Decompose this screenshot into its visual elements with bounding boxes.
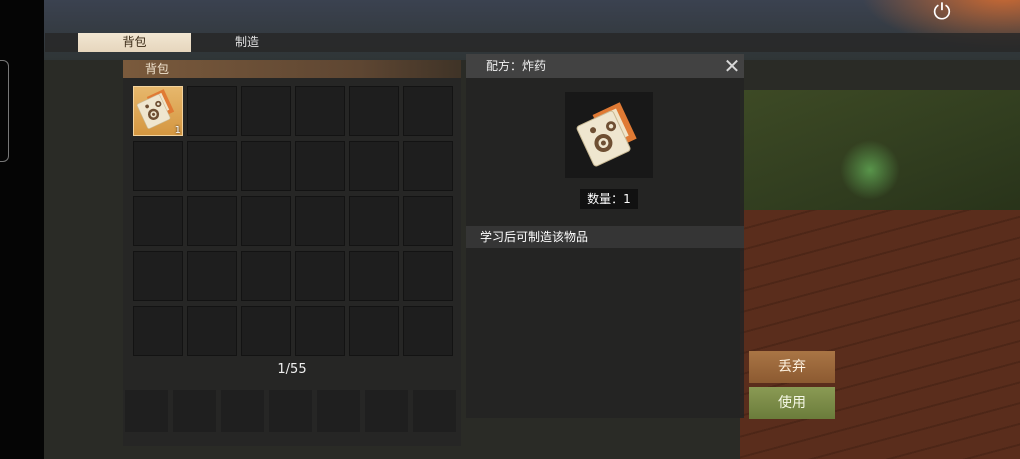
inventory-slot[interactable]: [349, 196, 399, 246]
inventory-slot[interactable]: [241, 251, 291, 301]
inventory-slot[interactable]: [187, 196, 237, 246]
inventory-slot[interactable]: [403, 251, 453, 301]
inventory-slot[interactable]: [349, 251, 399, 301]
backpack-title: 背包: [145, 62, 170, 76]
tab-craft[interactable]: 制造: [195, 33, 299, 52]
detail-header: 配方：炸药 ✕: [466, 54, 744, 78]
inventory-slot[interactable]: [349, 306, 399, 356]
hotbar-slot[interactable]: [173, 390, 216, 432]
inventory-slot[interactable]: [241, 141, 291, 191]
close-icon[interactable]: ✕: [722, 56, 742, 76]
detail-title: 配方：炸药: [486, 59, 547, 73]
item-description: 学习后可制造该物品: [480, 230, 589, 244]
power-icon[interactable]: ⏻: [928, 0, 956, 25]
hotbar: [123, 390, 461, 438]
item-preview: [565, 92, 653, 178]
inventory-grid: 1: [133, 86, 456, 361]
inventory-slot[interactable]: [403, 141, 453, 191]
inventory-slot[interactable]: [133, 141, 183, 191]
inventory-slot[interactable]: [241, 196, 291, 246]
inventory-slot[interactable]: [187, 141, 237, 191]
use-button[interactable]: 使用: [749, 387, 835, 419]
device-edge: [0, 0, 44, 459]
inventory-slot[interactable]: [295, 141, 345, 191]
inventory-slot[interactable]: [295, 306, 345, 356]
inventory-slot[interactable]: [349, 141, 399, 191]
inventory-slot[interactable]: 1: [133, 86, 183, 136]
inventory-slot[interactable]: [187, 306, 237, 356]
inventory-slot[interactable]: [187, 251, 237, 301]
hotbar-slot[interactable]: [365, 390, 408, 432]
inventory-slot[interactable]: [403, 196, 453, 246]
recipe-detail-panel: 配方：炸药 ✕ 数量：1 学习后可制造该物品: [466, 54, 744, 418]
inventory-slot[interactable]: [241, 306, 291, 356]
discard-button[interactable]: 丢弃: [749, 351, 835, 383]
inventory-slot[interactable]: [295, 86, 345, 136]
green-lamp: [840, 140, 900, 200]
hotbar-slot[interactable]: [269, 390, 312, 432]
capacity-counter: 1/55: [277, 362, 307, 377]
backpack-panel: 背包 1 1/55: [123, 60, 461, 446]
wooden-deck: [740, 210, 1020, 459]
inventory-slot[interactable]: [403, 306, 453, 356]
inventory-slot[interactable]: [241, 86, 291, 136]
inventory-slot[interactable]: [403, 86, 453, 136]
slot-count: 1: [174, 125, 181, 136]
inventory-slot[interactable]: [133, 306, 183, 356]
inventory-slot[interactable]: [349, 86, 399, 136]
inventory-slot[interactable]: [295, 196, 345, 246]
tab-bar: 背包 制造: [45, 33, 1020, 52]
side-handle[interactable]: [0, 60, 9, 162]
hotbar-slot[interactable]: [125, 390, 168, 432]
inventory-slot[interactable]: [133, 251, 183, 301]
inventory-slot[interactable]: [133, 196, 183, 246]
tab-backpack[interactable]: 背包: [78, 33, 191, 52]
explosive-recipe-icon: [576, 102, 637, 167]
description-bar: 学习后可制造该物品: [466, 226, 744, 248]
backpack-header: 背包: [123, 60, 461, 78]
inventory-slot[interactable]: [295, 251, 345, 301]
hotbar-slot[interactable]: [317, 390, 360, 432]
hotbar-slot[interactable]: [221, 390, 264, 432]
hotbar-slot[interactable]: [413, 390, 456, 432]
quantity-label: 数量：1: [580, 189, 638, 209]
inventory-slot[interactable]: [187, 86, 237, 136]
